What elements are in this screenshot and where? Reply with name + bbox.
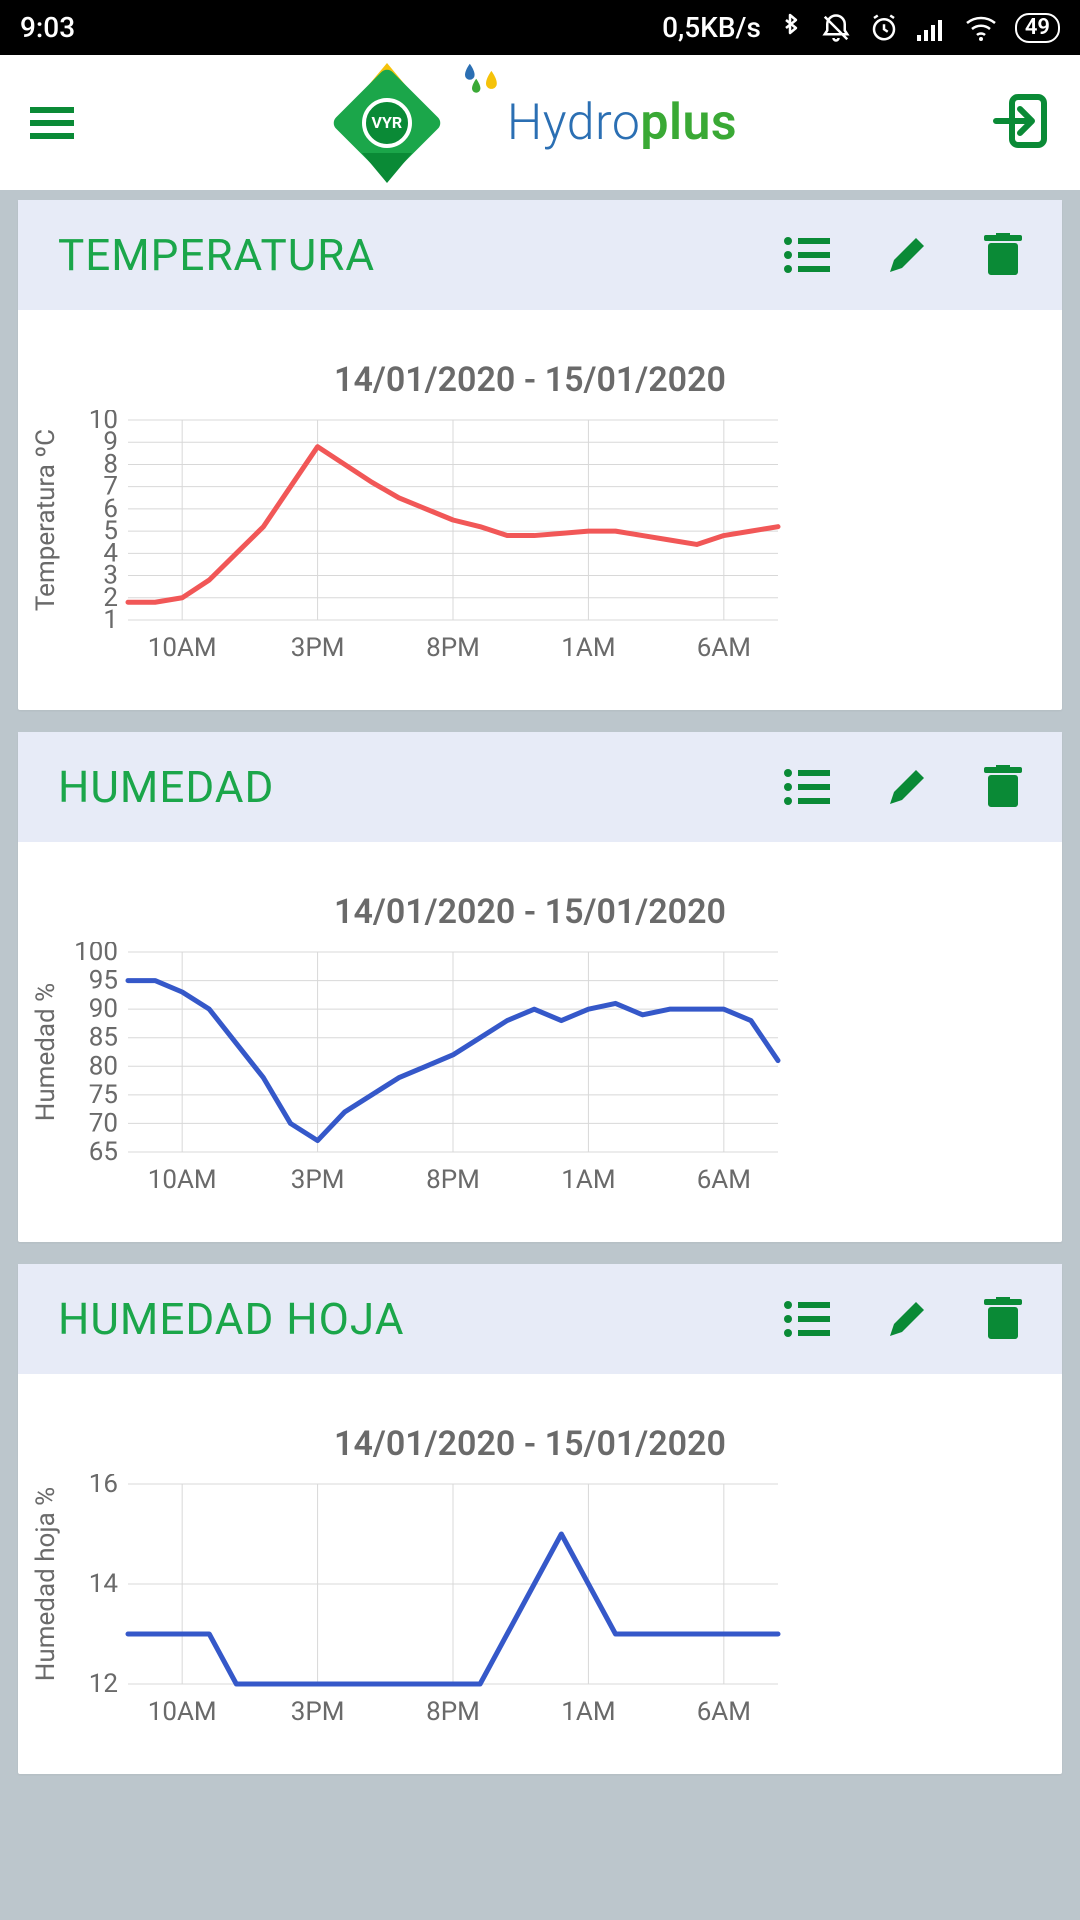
svg-text:1AM: 1AM [561, 1165, 615, 1195]
svg-text:8PM: 8PM [426, 1697, 480, 1727]
svg-text:90: 90 [89, 994, 118, 1024]
svg-text:80: 80 [89, 1051, 118, 1081]
svg-text:10: 10 [89, 410, 118, 435]
svg-text:10AM: 10AM [148, 1165, 217, 1195]
svg-text:8PM: 8PM [426, 633, 480, 663]
status-bar: 9:03 0,5KB/s 49 [0, 0, 1080, 55]
status-time: 9:03 [20, 11, 75, 44]
svg-text:65: 65 [89, 1137, 118, 1167]
humedad-hoja-line-chart: 12 14 16 10AM 3PM 8PM 1AM 6AM Humedad hoja % [28, 1474, 788, 1734]
edit-icon[interactable] [886, 766, 928, 808]
card-title: TEMPERATURA [58, 229, 375, 281]
exit-button[interactable] [990, 91, 1050, 155]
battery-level: 49 [1015, 13, 1060, 43]
svg-text:8PM: 8PM [426, 1165, 480, 1195]
list-icon[interactable] [784, 769, 830, 805]
network-speed: 0,5KB/s [662, 11, 761, 44]
svg-text:12: 12 [89, 1669, 118, 1699]
svg-text:Humedad hoja %: Humedad hoja % [31, 1487, 61, 1681]
wifi-icon [965, 15, 997, 41]
app-header: VYR Hydroplus [0, 55, 1080, 190]
svg-text:10AM: 10AM [148, 633, 217, 663]
humedad-line-chart: 65707580859095100 10AM 3PM 8PM 1AM 6AM Humedad… [28, 942, 788, 1202]
svg-text:3PM: 3PM [291, 1165, 345, 1195]
brand-logo: VYR Hydroplus [327, 63, 737, 183]
chart-card-temperatura: TEMPERATURA 14/01/2020 - 15/01/2020 1234… [18, 200, 1062, 710]
svg-text:75: 75 [89, 1080, 118, 1110]
chart-date-range: 14/01/2020 - 15/01/2020 [28, 1424, 1032, 1464]
delete-icon[interactable] [984, 765, 1022, 809]
card-title: HUMEDAD HOJA [58, 1293, 404, 1345]
menu-button[interactable] [30, 100, 74, 146]
svg-text:95: 95 [89, 966, 118, 996]
chart-date-range: 14/01/2020 - 15/01/2020 [28, 360, 1032, 400]
delete-icon[interactable] [984, 1297, 1022, 1341]
status-icons: 0,5KB/s 49 [662, 11, 1060, 44]
svg-text:85: 85 [89, 1023, 118, 1053]
svg-text:6AM: 6AM [697, 633, 751, 663]
edit-icon[interactable] [886, 234, 928, 276]
svg-text:16: 16 [89, 1474, 118, 1499]
dnd-icon [821, 13, 851, 43]
content-area: TEMPERATURA 14/01/2020 - 15/01/2020 1234… [0, 190, 1080, 1774]
delete-icon[interactable] [984, 233, 1022, 277]
svg-text:70: 70 [89, 1108, 118, 1138]
chart-card-humedad-hoja: HUMEDAD HOJA 14/01/2020 - 15/01/2020 121… [18, 1264, 1062, 1774]
svg-text:100: 100 [74, 942, 118, 967]
card-title: HUMEDAD [58, 761, 274, 813]
list-icon[interactable] [784, 237, 830, 273]
svg-text:14: 14 [89, 1569, 119, 1599]
svg-text:10AM: 10AM [148, 1697, 217, 1727]
signal-icon [917, 15, 947, 41]
bluetooth-icon [779, 13, 803, 43]
chart-card-humedad: HUMEDAD 14/01/2020 - 15/01/2020 65707580… [18, 732, 1062, 1242]
vyr-logo-icon: VYR [327, 63, 447, 183]
temperatura-line-chart: 1234567891010AM3PM8PM1AM6AMTemperatura º… [28, 410, 788, 670]
svg-text:Humedad %: Humedad % [31, 983, 61, 1121]
chart-date-range: 14/01/2020 - 15/01/2020 [28, 892, 1032, 932]
edit-icon[interactable] [886, 1298, 928, 1340]
svg-text:6AM: 6AM [697, 1165, 751, 1195]
svg-text:6AM: 6AM [697, 1697, 751, 1727]
svg-text:1AM: 1AM [561, 1697, 615, 1727]
list-icon[interactable] [784, 1301, 830, 1337]
svg-text:3PM: 3PM [291, 633, 345, 663]
svg-text:3PM: 3PM [291, 1697, 345, 1727]
svg-text:1AM: 1AM [561, 633, 615, 663]
svg-text:Temperatura ºC: Temperatura ºC [31, 429, 61, 611]
hydroplus-logo: Hydroplus [467, 94, 737, 152]
alarm-icon [869, 13, 899, 43]
